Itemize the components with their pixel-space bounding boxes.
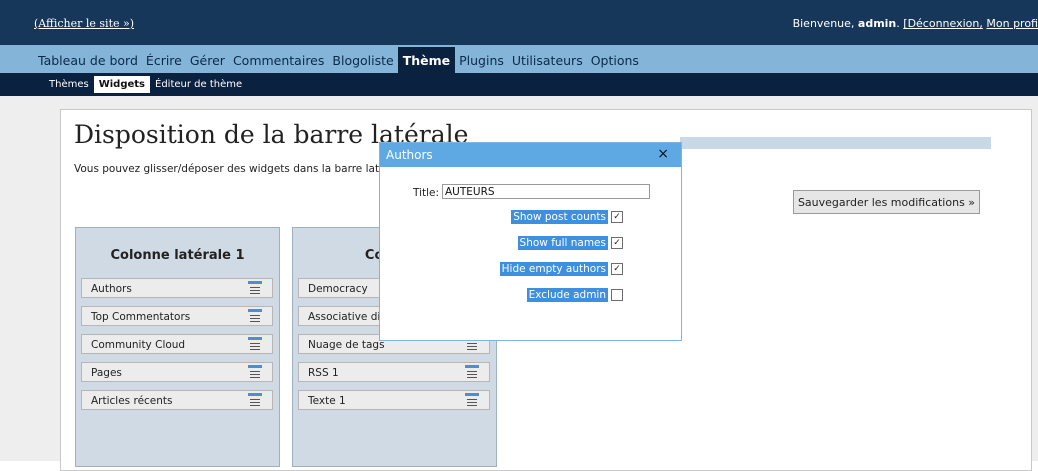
widget-item[interactable]: Articles récents	[81, 390, 273, 410]
welcome-text: Bienvenue, admin. [Déconnexion, Mon prof…	[792, 17, 1038, 30]
profile-link[interactable]: Mon profi	[986, 17, 1038, 30]
dialog-title: Authors	[386, 148, 433, 162]
widget-label: Authors	[91, 283, 132, 295]
widget-item[interactable]: Pages	[81, 362, 273, 382]
menu-item-blogroll[interactable]: Blogoliste	[328, 53, 397, 73]
close-icon[interactable]: ×	[657, 146, 669, 162]
menu-item-dashboard[interactable]: Tableau de bord	[34, 53, 142, 73]
main-menu: Tableau de bord Écrire Gérer Commentaire…	[0, 45, 1038, 73]
top-bar: (Afficher le site ») Bienvenue, admin. […	[0, 0, 1038, 45]
widget-label: Community Cloud	[91, 339, 186, 351]
dialog-header[interactable]: Authors ×	[380, 143, 681, 167]
title-input[interactable]	[442, 184, 650, 199]
show-full-names-option[interactable]: Show full names ✓	[517, 236, 623, 250]
widget-item[interactable]: Community Cloud	[81, 334, 273, 354]
title-label: Title:	[413, 187, 440, 199]
widget-label: Articles récents	[91, 395, 173, 407]
widget-label: Top Commentators	[91, 311, 191, 323]
widget-label: Democracy	[308, 283, 368, 295]
widget-label: RSS 1	[308, 367, 339, 379]
drag-handle-icon[interactable]	[248, 281, 262, 296]
option-label: Show post counts	[511, 210, 608, 224]
menu-item-write[interactable]: Écrire	[142, 53, 186, 73]
drag-handle-icon[interactable]	[465, 365, 479, 380]
drag-handle-icon[interactable]	[465, 393, 479, 408]
option-label: Exclude admin	[526, 288, 608, 302]
welcome-prefix: Bienvenue,	[792, 17, 855, 30]
widget-label: Texte 1	[308, 395, 346, 407]
exclude-admin-option[interactable]: Exclude admin	[526, 288, 623, 302]
checkbox[interactable]: ✓	[611, 237, 623, 249]
menu-item-options[interactable]: Options	[587, 53, 643, 73]
widget-item[interactable]: Texte 1	[298, 390, 490, 410]
hide-empty-authors-option[interactable]: Hide empty authors ✓	[499, 262, 623, 276]
widget-settings-dialog: Authors × Title: Show post counts✓ Show …	[379, 142, 682, 341]
title-underline	[680, 137, 991, 149]
checkbox[interactable]: ✓	[611, 211, 623, 223]
checkbox[interactable]: ✓	[611, 263, 623, 275]
drag-handle-icon[interactable]	[248, 309, 262, 324]
checkbox[interactable]	[611, 289, 623, 301]
menu-item-plugins[interactable]: Plugins	[455, 53, 508, 73]
page-description: Vous pouvez glisser/déposer des widgets …	[74, 163, 386, 175]
column-title: Colonne latérale 1	[110, 248, 245, 263]
drag-handle-icon[interactable]	[248, 365, 262, 380]
widget-label: Pages	[91, 367, 122, 379]
sub-menu: Thèmes Widgets Éditeur de thème	[0, 73, 1038, 96]
submenu-item-themes[interactable]: Thèmes	[44, 76, 94, 93]
logout-link[interactable]: [Déconnexion,	[903, 17, 983, 30]
drag-handle-icon[interactable]	[248, 337, 262, 352]
menu-item-comments[interactable]: Commentaires	[229, 53, 328, 73]
username: admin	[857, 17, 897, 30]
widget-item[interactable]: Top Commentators	[81, 306, 273, 326]
widget-label: Associative dic	[308, 311, 387, 323]
save-changes-button[interactable]: Sauvegarder les modifications »	[793, 190, 980, 214]
sidebar-column-1: Colonne latérale 1 Authors Top Commentat…	[75, 227, 280, 467]
view-site-link[interactable]: (Afficher le site »)	[34, 17, 134, 30]
show-post-counts-option[interactable]: Show post counts ✓	[511, 210, 623, 224]
widget-item[interactable]: RSS 1	[298, 362, 490, 382]
submenu-item-widgets[interactable]: Widgets	[93, 76, 150, 93]
menu-item-theme[interactable]: Thème	[397, 47, 456, 73]
option-label: Hide empty authors	[499, 262, 608, 276]
menu-item-manage[interactable]: Gérer	[186, 53, 229, 73]
submenu-item-theme-editor[interactable]: Éditeur de thème	[150, 76, 247, 93]
widget-label: Nuage de tags	[308, 339, 385, 351]
option-label: Show full names	[517, 236, 608, 250]
widget-item[interactable]: Authors	[81, 278, 273, 298]
drag-handle-icon[interactable]	[248, 393, 262, 408]
menu-item-users[interactable]: Utilisateurs	[508, 53, 587, 73]
